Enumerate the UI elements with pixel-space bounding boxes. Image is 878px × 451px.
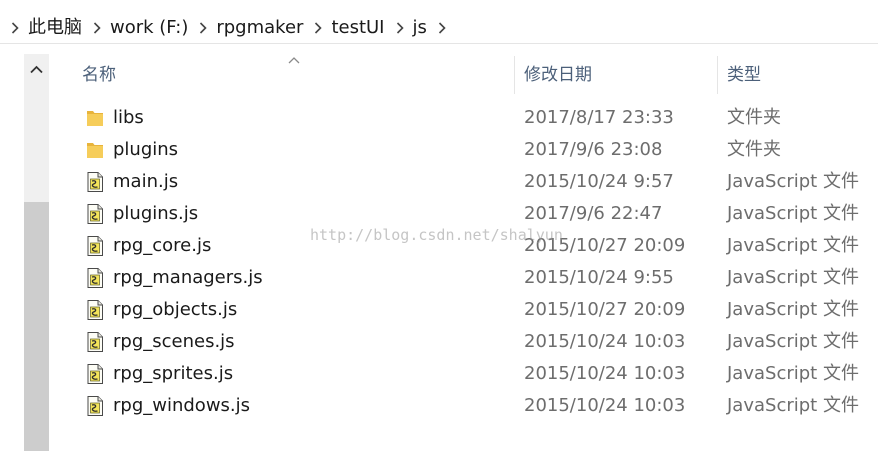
breadcrumb-item-rpgmaker[interactable]: rpgmaker	[212, 14, 309, 42]
file-row[interactable]: rpg_core.js 2015/10/27 20:09 JavaScript 文件	[50, 230, 878, 262]
file-modified-date: 2015/10/24 10:03	[524, 395, 686, 416]
scroll-up-button[interactable]	[24, 54, 49, 84]
column-header-row: 名称 修改日期 类型	[50, 54, 878, 96]
breadcrumb-item-work-drive[interactable]: work (F:)	[106, 14, 194, 42]
breadcrumb-item-js[interactable]: js	[409, 14, 433, 42]
file-modified-date: 2015/10/24 9:55	[524, 267, 674, 288]
chevron-right-icon[interactable]	[309, 14, 327, 42]
column-header-type[interactable]: 类型	[727, 54, 761, 96]
chevron-right-icon[interactable]	[88, 14, 106, 42]
file-type: JavaScript 文件	[727, 203, 859, 224]
js-file-icon	[84, 171, 106, 193]
file-modified-date: 2015/10/24 10:03	[524, 363, 686, 384]
file-row[interactable]: rpg_objects.js 2015/10/27 20:09 JavaScript…	[50, 294, 878, 326]
file-row[interactable]: rpg_managers.js 2015/10/24 9:55 JavaScript…	[50, 262, 878, 294]
file-row[interactable]: plugins 2017/9/6 23:08 文件夹	[50, 134, 878, 166]
file-modified-date: 2015/10/24 9:57	[524, 171, 674, 192]
file-name: rpg_scenes.js	[113, 331, 235, 352]
file-name: rpg_windows.js	[113, 395, 251, 416]
file-name: plugins	[113, 139, 179, 160]
file-type: JavaScript 文件	[727, 235, 859, 256]
file-type: JavaScript 文件	[727, 395, 859, 416]
column-header-name[interactable]: 名称	[82, 54, 116, 96]
file-modified-date: 2015/10/27 20:09	[524, 299, 686, 320]
file-row[interactable]: libs 2017/8/17 23:33 文件夹	[50, 102, 878, 134]
js-file-icon	[84, 235, 106, 257]
js-file-icon	[84, 267, 106, 289]
folder-icon	[84, 107, 106, 129]
vertical-scrollbar[interactable]	[24, 54, 49, 451]
chevron-right-icon[interactable]	[433, 14, 451, 42]
chevron-up-icon	[30, 65, 43, 73]
file-type: 文件夹	[727, 139, 781, 160]
file-row[interactable]: rpg_windows.js 2015/10/24 10:03 JavaScript…	[50, 390, 878, 422]
file-type: JavaScript 文件	[727, 331, 859, 352]
file-modified-date: 2015/10/27 20:09	[524, 235, 686, 256]
file-type: JavaScript 文件	[727, 363, 859, 384]
file-row[interactable]: main.js 2015/10/24 9:57 JavaScript 文件	[50, 166, 878, 198]
file-row[interactable]: plugins.js 2017/9/6 22:47 JavaScript 文件	[50, 198, 878, 230]
file-type: JavaScript 文件	[727, 267, 859, 288]
file-list: libs 2017/8/17 23:33 文件夹 plugins 2017/9/6 23…	[50, 102, 878, 422]
breadcrumb-item-this-pc[interactable]: 此电脑	[24, 14, 88, 42]
scroll-thumb[interactable]	[24, 202, 49, 451]
file-type: JavaScript 文件	[727, 299, 859, 320]
sort-ascending-icon	[288, 57, 300, 64]
file-type: JavaScript 文件	[727, 171, 859, 192]
file-modified-date: 2017/9/6 22:47	[524, 203, 663, 224]
chevron-right-icon[interactable]	[6, 14, 24, 42]
breadcrumb-item-testui[interactable]: testUI	[327, 14, 390, 42]
file-name: rpg_core.js	[113, 235, 212, 256]
file-modified-date: 2017/8/17 23:33	[524, 107, 674, 128]
js-file-icon	[84, 331, 106, 353]
file-type: 文件夹	[727, 107, 781, 128]
file-name: main.js	[113, 171, 179, 192]
column-divider[interactable]	[717, 56, 718, 94]
js-file-icon	[84, 299, 106, 321]
js-file-icon	[84, 363, 106, 385]
column-header-date[interactable]: 修改日期	[524, 54, 592, 96]
file-modified-date: 2015/10/24 10:03	[524, 331, 686, 352]
file-name: rpg_managers.js	[113, 267, 263, 288]
js-file-icon	[84, 395, 106, 417]
address-bar[interactable]: 此电脑 work (F:) rpgmaker testUI js	[0, 0, 878, 44]
folder-icon	[84, 139, 106, 161]
file-name: rpg_objects.js	[113, 299, 238, 320]
chevron-right-icon[interactable]	[391, 14, 409, 42]
column-divider[interactable]	[514, 56, 515, 94]
file-name: libs	[113, 107, 144, 128]
chevron-right-icon[interactable]	[194, 14, 212, 42]
js-file-icon	[84, 203, 106, 225]
file-name: rpg_sprites.js	[113, 363, 234, 384]
file-row[interactable]: rpg_sprites.js 2015/10/24 10:03 JavaScript…	[50, 358, 878, 390]
file-modified-date: 2017/9/6 23:08	[524, 139, 663, 160]
file-row[interactable]: rpg_scenes.js 2015/10/24 10:03 JavaScript …	[50, 326, 878, 358]
file-name: plugins.js	[113, 203, 199, 224]
breadcrumb: 此电脑 work (F:) rpgmaker testUI js	[6, 14, 451, 42]
